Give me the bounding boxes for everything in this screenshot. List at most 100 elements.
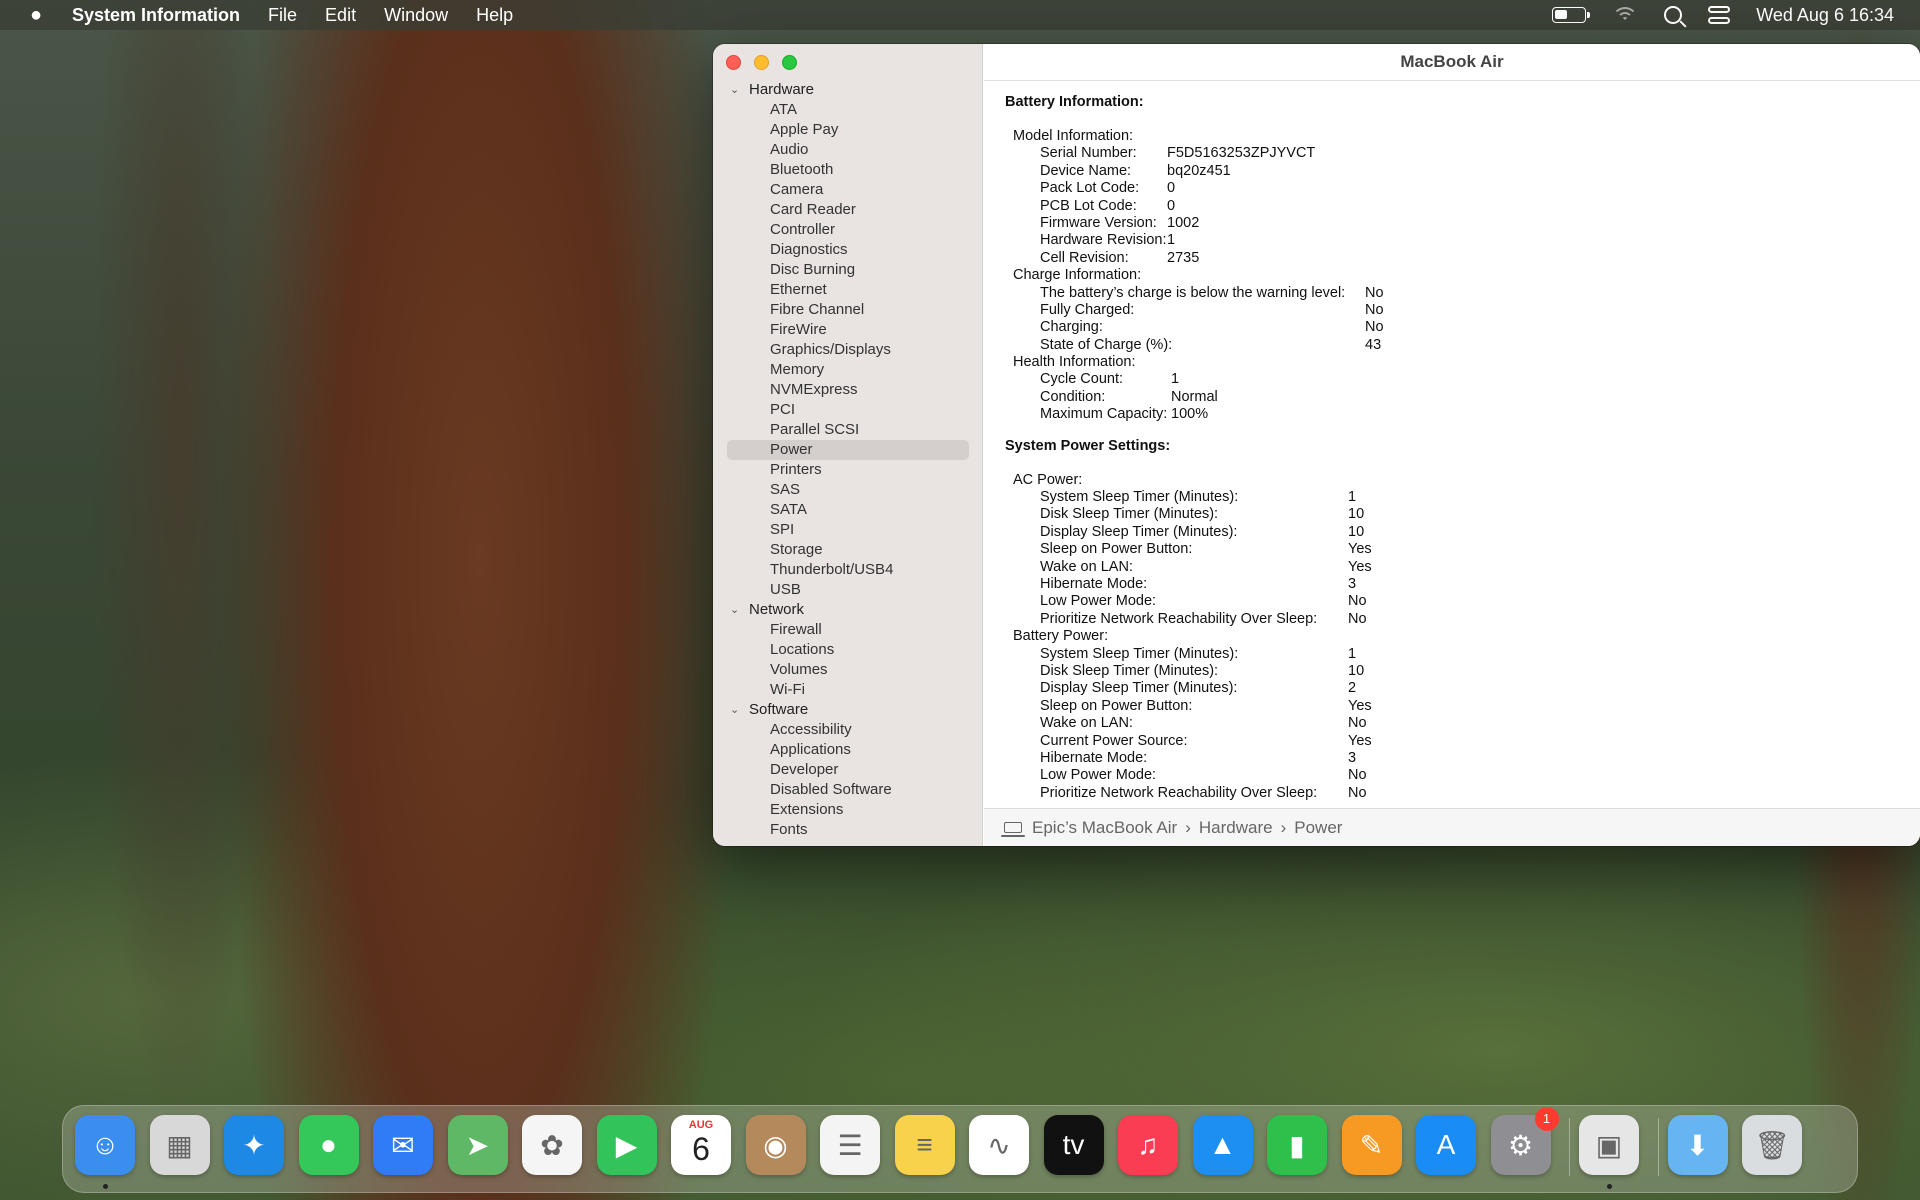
photos-icon[interactable]: ✿ — [522, 1115, 582, 1175]
sidebar-item-accessibility[interactable]: Accessibility — [713, 720, 982, 740]
sidebar-item-apple-pay[interactable]: Apple Pay — [713, 120, 982, 140]
chevron-down-icon[interactable]: ⌄ — [730, 600, 739, 620]
chevron-down-icon[interactable]: ⌄ — [730, 700, 739, 720]
path-segment-hardware[interactable]: Hardware — [1199, 818, 1273, 838]
mail-icon[interactable]: ✉ — [373, 1115, 433, 1175]
menu-file[interactable]: File — [268, 5, 297, 26]
sidebar-item-disabled-software[interactable]: Disabled Software — [713, 780, 982, 800]
sidebar-item-parallel-scsi[interactable]: Parallel SCSI — [713, 420, 982, 440]
sidebar-item-controller[interactable]: Controller — [713, 220, 982, 240]
safari-icon[interactable]: ✦ — [224, 1115, 284, 1175]
contacts-icon[interactable]: ◉ — [745, 1115, 806, 1175]
content-pane: MacBook Air Battery Information: Model In… — [984, 44, 1920, 846]
sidebar-item-developer[interactable]: Developer — [713, 760, 982, 780]
health-info-key: Condition: — [1040, 388, 1106, 405]
sidebar-item-fonts[interactable]: Fonts — [713, 820, 982, 840]
ac-power-key: Wake on LAN: — [1040, 558, 1133, 575]
sidebar-item-nvmexpress[interactable]: NVMExpress — [713, 380, 982, 400]
sidebar-group-network[interactable]: ⌄ Network — [713, 600, 982, 620]
system-information-window: ⌄ Hardware ATA Apple Pay Audio Bluetooth Camer… — [713, 44, 1920, 846]
trash-icon[interactable]: 🗑 — [1742, 1115, 1802, 1175]
charge-info-row: Charging: No — [1005, 319, 1905, 336]
menu-bar-clock[interactable]: Wed Aug 6 16:34 — [1756, 5, 1894, 26]
sidebar-item-card-reader[interactable]: Card Reader — [713, 200, 982, 220]
sidebar-item-camera[interactable]: Camera — [713, 180, 982, 200]
sidebar-item-sata[interactable]: SATA — [713, 500, 982, 520]
sidebar-item-applications[interactable]: Applications — [713, 740, 982, 760]
app-name-menu[interactable]: System Information — [72, 5, 240, 26]
sidebar-item-firewire[interactable]: FireWire — [713, 320, 982, 340]
sidebar-item-ethernet[interactable]: Ethernet — [713, 280, 982, 300]
maps-icon[interactable]: ➤ — [447, 1115, 508, 1175]
model-info-row: Cell Revision: 2735 — [1005, 250, 1905, 267]
sidebar-item-fibre-channel[interactable]: Fibre Channel — [713, 300, 982, 320]
launchpad-icon[interactable]: ▦ — [149, 1115, 210, 1175]
facetime-icon[interactable]: ▶ — [596, 1115, 657, 1175]
model-info-value: F5D5163253ZPJYVCT — [1167, 145, 1316, 162]
sidebar-item-volumes[interactable]: Volumes — [713, 660, 982, 680]
sidebar-group-hardware[interactable]: ⌄ Hardware — [713, 80, 982, 100]
sidebar-item-usb[interactable]: USB — [713, 580, 982, 600]
sidebar-item-disc-burning[interactable]: Disc Burning — [713, 260, 982, 280]
close-button[interactable] — [726, 55, 741, 70]
sidebar-group-software[interactable]: ⌄ Software — [713, 700, 982, 720]
sidebar-item-memory[interactable]: Memory — [713, 360, 982, 380]
running-indicator — [1607, 1184, 1612, 1189]
battery-power-value: 1 — [1348, 645, 1357, 662]
music-icon[interactable]: ♫ — [1118, 1115, 1178, 1175]
sidebar-item-storage[interactable]: Storage — [713, 540, 982, 560]
sidebar-item-bluetooth[interactable]: Bluetooth — [713, 160, 982, 180]
sidebar-item-pci[interactable]: PCI — [713, 400, 982, 420]
sidebar-item-graphics-displays[interactable]: Graphics/Displays — [713, 340, 982, 360]
sidebar-item-power[interactable]: Power — [727, 440, 969, 460]
battery-power-row: Current Power Source: Yes — [1005, 733, 1905, 750]
sidebar-item-locations[interactable]: Locations — [713, 640, 982, 660]
ac-power-row: Hibernate Mode: 3 — [1005, 576, 1905, 593]
notification-badge: 1 — [1534, 1107, 1559, 1131]
app-store-icon[interactable]: A — [1416, 1115, 1476, 1175]
system-information-icon[interactable]: ▣ — [1579, 1115, 1639, 1175]
sidebar-item-ata[interactable]: ATA — [713, 100, 982, 120]
sidebar-item-audio[interactable]: Audio — [713, 140, 982, 160]
sidebar-item-extensions[interactable]: Extensions — [713, 800, 982, 820]
calendar-day: 6 — [692, 1131, 710, 1167]
menu-help[interactable]: Help — [476, 5, 513, 26]
messages-icon[interactable]: ● — [298, 1115, 359, 1175]
keynote-icon[interactable]: ▲ — [1192, 1115, 1253, 1175]
reminders-icon[interactable]: ☰ — [820, 1115, 880, 1175]
sidebar-item-sas[interactable]: SAS — [713, 480, 982, 500]
apple-menu-icon[interactable]: ● — [0, 4, 72, 27]
sidebar-item-firewall[interactable]: Firewall — [713, 620, 982, 640]
chevron-down-icon[interactable]: ⌄ — [730, 80, 739, 100]
system-settings-icon[interactable]: ⚙ 1 — [1490, 1107, 1559, 1175]
path-segment-power[interactable]: Power — [1294, 818, 1342, 838]
battery-power-key: Hibernate Mode: — [1040, 749, 1148, 766]
sidebar-item-wi-fi[interactable]: Wi-Fi — [713, 680, 982, 700]
battery-power-key: Wake on LAN: — [1040, 715, 1133, 732]
pages-icon[interactable]: ✎ — [1341, 1115, 1402, 1175]
menu-edit[interactable]: Edit — [325, 5, 356, 26]
sidebar-item-thunderbolt-usb4[interactable]: Thunderbolt/USB4 — [713, 560, 982, 580]
minimize-button[interactable] — [754, 55, 769, 70]
downloads-folder-icon[interactable]: ⬇ — [1667, 1115, 1728, 1175]
menu-window[interactable]: Window — [384, 5, 448, 26]
sidebar-item-diagnostics[interactable]: Diagnostics — [713, 240, 982, 260]
numbers-icon[interactable]: ▮ — [1267, 1115, 1327, 1175]
battery-icon[interactable] — [1552, 7, 1591, 23]
battery-power-row: Disk Sleep Timer (Minutes): 10 — [1005, 663, 1905, 680]
finder-icon[interactable]: ☺ — [75, 1115, 135, 1175]
zoom-button[interactable] — [782, 55, 797, 70]
sidebar-item-printers[interactable]: Printers — [713, 460, 982, 480]
sidebar-item-spi[interactable]: SPI — [713, 520, 982, 540]
spotlight-search-icon[interactable] — [1664, 6, 1683, 24]
path-segment-computer[interactable]: Epic’s MacBook Air — [1032, 818, 1177, 838]
battery-power-row: Hibernate Mode: 3 — [1005, 750, 1905, 767]
notes-icon[interactable]: ≡ — [894, 1115, 955, 1175]
calendar-icon[interactable]: AUG 6 — [671, 1115, 731, 1175]
control-center-icon[interactable] — [1708, 6, 1731, 24]
sidebar-group-label: Software — [749, 701, 809, 718]
wifi-icon[interactable] — [1612, 5, 1639, 25]
tv-icon[interactable]: tv — [1043, 1115, 1104, 1175]
freeform-icon[interactable]: ∿ — [969, 1115, 1029, 1175]
